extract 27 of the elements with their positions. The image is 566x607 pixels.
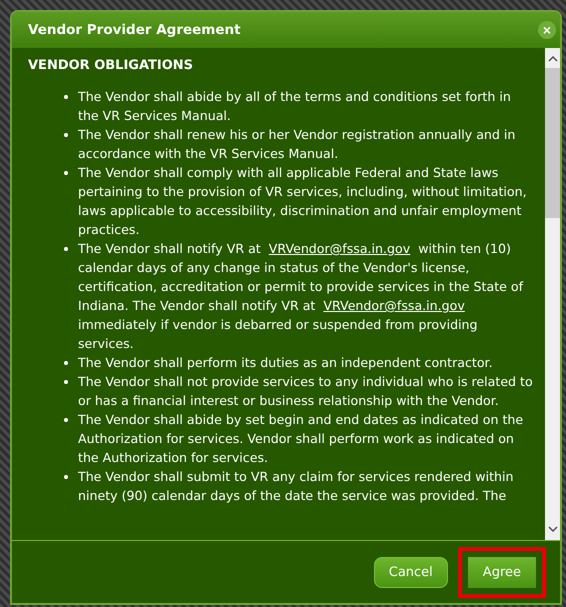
obligation-text: The Vendor shall perform its duties as an independent contractor.	[78, 354, 494, 372]
close-button[interactable]: ×	[538, 21, 556, 39]
obligation-text: The Vendor shall notify VR at VRVendor@fssa.in.gov within ten (10) calendar days of any change in status of the Vendor's license, certification, accreditation or permit to provide services in the State of Indiana. The Vendor shall notify VR at VRVendor@fssa.in.gov immediately if vendor is debarred or suspended from providing services.	[78, 240, 524, 353]
scroll-down-icon[interactable]	[548, 526, 558, 532]
obligation-text: The Vendor shall comply with all applicable Federal and State laws pertaining to the provision of VR services, including, without limitation, laws applicable to accessibility, discrimination and unfair employment practices.	[78, 164, 528, 239]
email-link[interactable]: VRVendor@fssa.in.gov	[319, 298, 469, 313]
bullet-icon	[64, 361, 68, 365]
bullet-icon	[64, 95, 68, 99]
obligation-text: The Vendor shall submit to VR any claim for services rendered within ninety (90) calendar days of the date the service was provided. The	[78, 468, 514, 505]
scrollbar[interactable]	[545, 48, 560, 540]
obligation-text: The Vendor shall abide by set begin and end dates as indicated on the Authorization for services. Vendor shall perform work as indicated on the Authorization for services.	[78, 411, 524, 467]
bullet-icon	[64, 133, 68, 137]
email-link[interactable]: VRVendor@fssa.in.gov	[264, 241, 414, 256]
dialog-title: Vendor Provider Agreement	[28, 22, 241, 38]
scroll-up-icon[interactable]	[548, 56, 558, 62]
bullet-icon	[64, 380, 68, 384]
section-heading: VENDOR OBLIGATIONS	[28, 58, 194, 73]
bullet-icon	[64, 418, 68, 422]
dialog-button[interactable]: Cancel	[374, 556, 448, 588]
obligation-text: The Vendor shall abide by all of the terms and conditions set forth in the VR Services Manual.	[78, 88, 512, 125]
bullet-icon	[64, 247, 68, 251]
scroll-thumb[interactable]	[545, 68, 560, 218]
dialog-button[interactable]: Agree	[458, 546, 546, 598]
bullet-icon	[64, 171, 68, 175]
bullet-icon	[64, 475, 68, 479]
obligation-text: The Vendor shall not provide services to any individual who is related to or has a financial interest or business relationship with the Vendor.	[78, 373, 534, 410]
obligation-text: The Vendor shall renew his or her Vendor registration annually and in accordance with the VR Services Manual.	[78, 126, 516, 163]
